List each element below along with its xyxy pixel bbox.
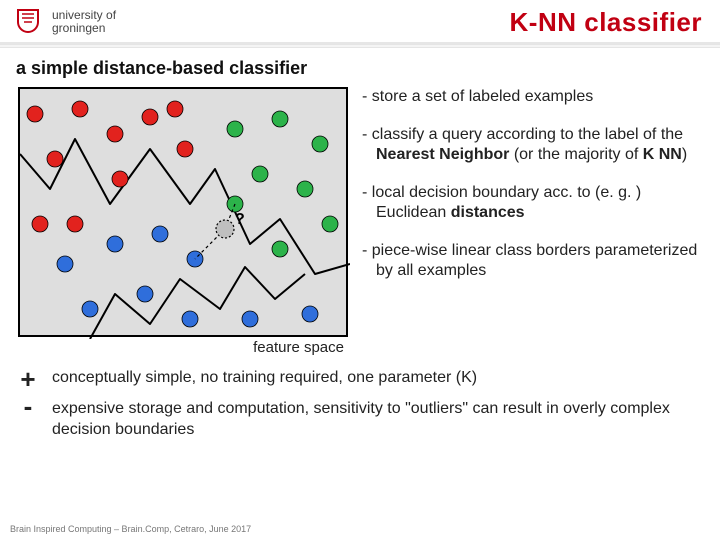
university-crest-icon — [12, 6, 44, 38]
bullet-2-pre: - classify a query according to the labe… — [362, 126, 683, 143]
sample-blue — [242, 311, 258, 327]
sample-red — [142, 109, 158, 125]
con-row: - expensive storage and computation, sen… — [18, 399, 702, 441]
sample-red — [177, 141, 193, 157]
decision-boundary-upper — [20, 139, 350, 274]
bullet-4: - piece-wise linear class borders parame… — [362, 241, 702, 281]
con-text: expensive storage and computation, sensi… — [52, 399, 702, 441]
sample-red — [47, 151, 63, 167]
sample-green — [297, 181, 313, 197]
sample-red — [107, 126, 123, 142]
bullet-2-mid: (or the majority of — [509, 146, 642, 163]
sample-green — [227, 121, 243, 137]
sample-blue — [57, 256, 73, 272]
sample-red — [72, 101, 88, 117]
bullet-2-nn: Nearest Neighbor — [376, 146, 509, 163]
sample-red — [32, 216, 48, 232]
sample-green — [272, 241, 288, 257]
bullet-2-knn: K NN — [643, 146, 682, 163]
pros-cons: + conceptually simple, no training requi… — [0, 356, 720, 441]
pro-text: conceptually simple, no training require… — [52, 368, 702, 391]
sample-green — [252, 166, 268, 182]
bullet-2-post: ) — [682, 146, 687, 163]
sample-red — [167, 101, 183, 117]
bullet-list: - store a set of labeled examples - clas… — [362, 87, 702, 356]
bullet-3-dist: distances — [451, 204, 525, 221]
sample-blue — [302, 306, 318, 322]
bullet-1: - store a set of labeled examples — [362, 87, 702, 107]
sample-red — [27, 106, 43, 122]
slide-header: university of groningen K-NN classifier — [0, 0, 720, 44]
sample-blue — [152, 226, 168, 242]
query-mark: ? — [235, 211, 245, 228]
bullet-2: - classify a query according to the labe… — [362, 125, 702, 165]
minus-sign: - — [18, 399, 38, 441]
query-point — [216, 220, 234, 238]
sample-green — [322, 216, 338, 232]
feature-space-svg: ? — [20, 89, 350, 339]
sample-blue — [182, 311, 198, 327]
decision-boundary-lower — [90, 267, 305, 339]
slide-footer: Brain Inspired Computing – Brain.Comp, C… — [10, 524, 251, 534]
sample-green — [312, 136, 328, 152]
sample-red — [112, 171, 128, 187]
affiliation-line-2: groningen — [52, 22, 116, 35]
sample-green — [272, 111, 288, 127]
pro-row: + conceptually simple, no training requi… — [18, 368, 702, 391]
sample-red — [67, 216, 83, 232]
feature-space-diagram: ? — [18, 87, 348, 337]
diagram-column: ? feature space — [18, 87, 348, 356]
slide-title: K-NN classifier — [510, 7, 702, 38]
sample-blue — [137, 286, 153, 302]
plus-sign: + — [18, 368, 38, 391]
affiliation-text: university of groningen — [52, 9, 116, 34]
subtitle: a simple distance-based classifier — [0, 48, 720, 87]
sample-blue — [82, 301, 98, 317]
feature-space-label: feature space — [18, 337, 348, 356]
bullet-3: - local decision boundary acc. to (e. g.… — [362, 183, 702, 223]
affiliation-block: university of groningen — [12, 6, 116, 38]
sample-blue — [107, 236, 123, 252]
